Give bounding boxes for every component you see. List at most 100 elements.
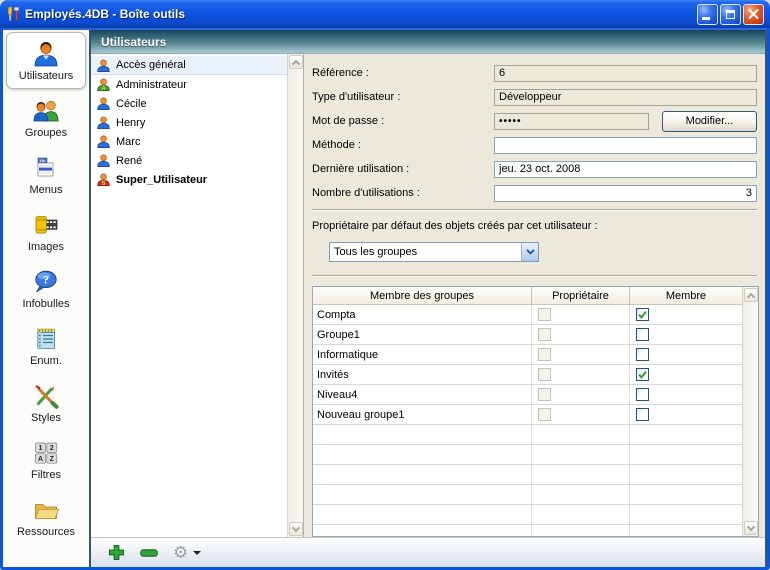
group-row-compta[interactable]: Compta — [313, 305, 758, 325]
checkbox-membre-invites[interactable] — [636, 368, 649, 381]
user-list-item-marc[interactable]: Marc — [91, 132, 287, 151]
scroll-down-button[interactable] — [744, 521, 758, 535]
list-toolbar: ⚙ — [91, 537, 765, 567]
sidebar-item-filtres[interactable]: 12AZFiltres — [6, 431, 86, 488]
scroll-up-button[interactable] — [289, 55, 303, 69]
sidebar-item-images[interactable]: Images — [6, 203, 86, 260]
derniere-utilisation-field[interactable]: jeu. 23 oct. 2008 — [494, 161, 757, 178]
sidebar-item-enum[interactable]: Enum. — [6, 317, 86, 374]
empty-cell — [630, 525, 742, 537]
user-super-icon: S — [97, 173, 110, 186]
folder-icon — [31, 496, 61, 524]
group-row-nouveau-groupe1[interactable]: Nouveau groupe1 — [313, 405, 758, 425]
checkbox-membre-compta[interactable] — [636, 308, 649, 321]
sidebar-item-infobulles[interactable]: ?Infobulles — [6, 260, 86, 317]
group-name: Groupe1 — [313, 325, 532, 344]
user-list-item-rene[interactable]: René — [91, 151, 287, 170]
sidebar-item-styles[interactable]: Styles — [6, 374, 86, 431]
empty-cell — [532, 445, 630, 464]
remove-user-button[interactable] — [140, 549, 158, 557]
sidebar-item-label: Menus — [29, 184, 62, 196]
svg-text:Z: Z — [50, 456, 55, 463]
maximize-button[interactable] — [720, 4, 741, 25]
user-list-scrollbar[interactable] — [287, 54, 303, 537]
minimize-button[interactable] — [697, 4, 718, 25]
sidebar-item-groupes[interactable]: Groupes — [6, 89, 86, 146]
user-general-icon — [97, 59, 110, 72]
user-list-item-super-utilisateur[interactable]: SSuper_Utilisateur — [91, 170, 287, 189]
sidebar: UtilisateursGroupes Min Menus Images?Infobu… — [3, 30, 91, 567]
user-user-icon — [97, 135, 110, 148]
group-row-invites[interactable]: Invités — [313, 365, 758, 385]
type-d-utilisateur-field: Développeur — [494, 89, 757, 106]
toolbox-icon — [5, 6, 21, 22]
filter-keys-icon: 12AZ — [31, 439, 61, 467]
section-header: Utilisateurs — [91, 30, 765, 54]
plus-icon — [108, 544, 125, 561]
user-list-panel: Accès généralAAdministrateur Cécile HenryM… — [91, 54, 303, 537]
sidebar-item-menus[interactable]: Min Menus — [6, 146, 86, 203]
owner-cell — [532, 345, 630, 364]
checkbox-proprietaire-groupe1 — [538, 328, 551, 341]
add-user-button[interactable] — [108, 544, 125, 561]
svg-text:?: ? — [43, 272, 49, 286]
group-row-niveau4[interactable]: Niveau4 — [313, 385, 758, 405]
checkbox-proprietaire-invites — [538, 368, 551, 381]
member-cell — [630, 385, 742, 404]
scroll-down-button[interactable] — [289, 522, 303, 536]
field-label: Mot de passe : — [312, 115, 494, 127]
member-cell — [630, 365, 742, 384]
groups-table-header: Membre des groupesPropriétaireMembre — [313, 287, 758, 305]
checkbox-membre-niveau4[interactable] — [636, 388, 649, 401]
empty-cell — [630, 465, 742, 484]
sidebar-item-label: Enum. — [30, 355, 62, 367]
column-header-membre[interactable]: Membre — [630, 287, 742, 304]
group-name: Informatique — [313, 345, 532, 364]
default-owner-combobox[interactable]: Tous les groupes — [329, 242, 539, 262]
methode-field[interactable] — [494, 137, 757, 154]
group-row-informatique[interactable]: Informatique — [313, 345, 758, 365]
checkbox-membre-groupe1[interactable] — [636, 328, 649, 341]
groups-table-scrollbar[interactable] — [742, 287, 758, 536]
user-list-item-cecile[interactable]: Cécile — [91, 94, 287, 113]
chevron-down-icon[interactable] — [521, 243, 538, 261]
column-header-membre-des-groupes[interactable]: Membre des groupes — [313, 287, 532, 304]
sidebar-item-utilisateurs[interactable]: Utilisateurs — [6, 32, 86, 89]
default-owner-label: Propriétaire par défaut des objets créés… — [312, 220, 598, 232]
group-row-groupe1[interactable]: Groupe1 — [313, 325, 758, 345]
close-button[interactable] — [743, 4, 764, 25]
menu-icon: Min — [31, 154, 61, 182]
actions-menu-button[interactable]: ⚙ — [173, 544, 201, 561]
checkbox-membre-informatique[interactable] — [636, 348, 649, 361]
user-list-item-administrateur[interactable]: AAdministrateur — [91, 75, 287, 94]
section-title: Utilisateurs — [101, 35, 166, 49]
maximize-icon — [726, 10, 735, 19]
user-list-item-henry[interactable]: Henry — [91, 113, 287, 132]
sidebar-item-ressources[interactable]: Ressources — [6, 488, 86, 545]
empty-cell — [630, 505, 742, 524]
field-label: Type d'utilisateur : — [312, 91, 494, 103]
empty-cell — [630, 445, 742, 464]
form-fields: Référence :6Type d'utilisateur :Développ… — [312, 61, 757, 205]
scroll-up-button[interactable] — [744, 288, 758, 302]
checkbox-proprietaire-informatique — [538, 348, 551, 361]
divider — [312, 209, 757, 211]
group-icon — [31, 97, 61, 125]
owner-cell — [532, 385, 630, 404]
nombre-d-utilisations-field[interactable]: 3 — [494, 185, 757, 202]
sidebar-item-label: Styles — [31, 412, 61, 424]
empty-cell — [313, 525, 532, 537]
user-name: Cécile — [116, 98, 147, 110]
empty-cell — [532, 525, 630, 537]
group-row-empty — [313, 445, 758, 465]
group-row-empty — [313, 465, 758, 485]
user-list-item-acces-general[interactable]: Accès général — [91, 56, 287, 75]
checkbox-membre-nouveau-groupe1[interactable] — [636, 408, 649, 421]
empty-cell — [313, 485, 532, 504]
minimize-icon — [702, 17, 710, 20]
user-admin-icon: A — [97, 78, 110, 91]
brush-icon — [31, 382, 61, 410]
modify-password-button[interactable]: Modifier... — [662, 111, 757, 132]
column-header-proprietaire[interactable]: Propriétaire — [532, 287, 630, 304]
empty-cell — [313, 425, 532, 444]
